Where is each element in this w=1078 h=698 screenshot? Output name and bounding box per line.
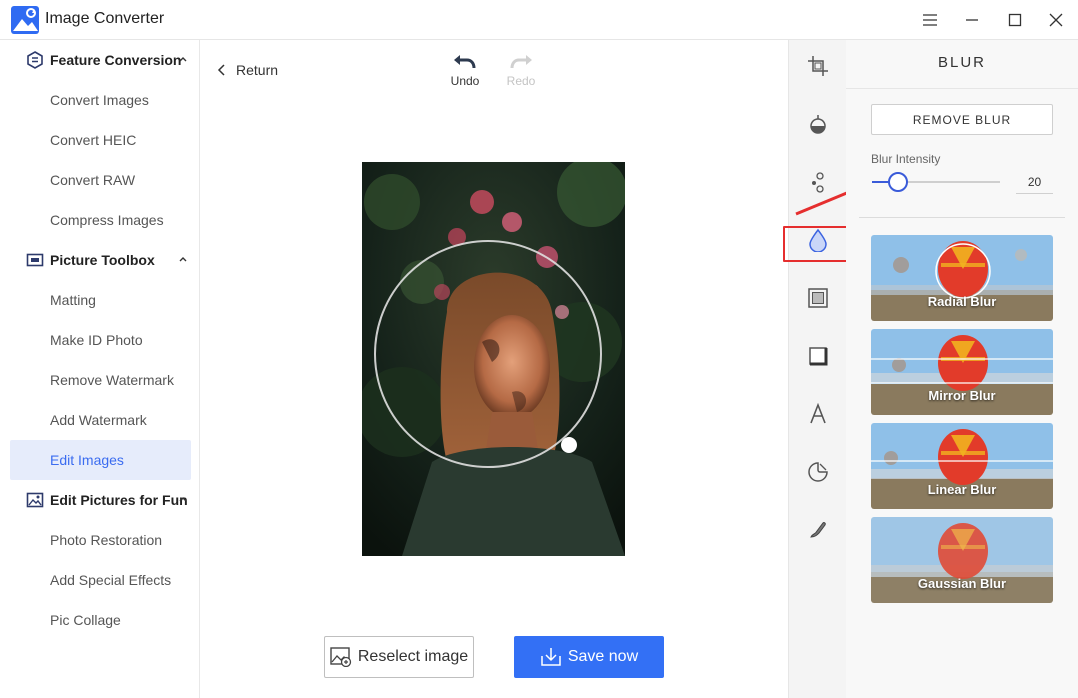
sidebar-item-label: Pic Collage [50,612,121,628]
undo-label: Undo [450,74,480,88]
sidebar-item-label: Convert Images [50,92,149,108]
chevron-up-icon [179,257,187,262]
sidebar-item-add-watermark[interactable]: Add Watermark [10,400,191,440]
editor-canvas: Return Undo Redo Reselect image Save now [200,40,788,698]
blur-intensity-slider[interactable] [872,172,1000,192]
app-logo-icon [11,6,39,34]
sidebar-item-label: Convert HEIC [50,132,137,148]
undo-button[interactable]: Undo [445,53,485,88]
sidebar-item-label: Edit Images [50,452,124,468]
save-label: Save now [567,648,639,665]
tool-rail [783,40,853,698]
preset-linear-blur[interactable]: Linear Blur [871,423,1053,509]
sticker-icon[interactable] [806,460,830,484]
section-label: Picture Toolbox [50,252,155,268]
preset-gaussian-blur[interactable]: Gaussian Blur [871,517,1053,603]
chevron-left-icon [217,64,225,76]
edited-photo[interactable] [362,162,625,556]
blur-panel: BLUR REMOVE BLUR Blur Intensity 20 Radia… [846,40,1078,698]
frame-icon[interactable] [806,286,830,310]
maximize-icon[interactable] [1003,8,1027,32]
active-tool-highlight [783,226,853,262]
menu-icon[interactable] [918,8,942,32]
sidebar-item-photo-restoration[interactable]: Photo Restoration [10,520,191,560]
reselect-image-button[interactable]: Reselect image [324,636,474,678]
panel-title: BLUR [937,54,986,71]
divider [846,88,1078,89]
reselect-label: Reselect image [357,648,469,665]
minimize-icon[interactable] [960,8,984,32]
sidebar-item-label: Add Special Effects [50,572,172,588]
sidebar-item-label: Matting [50,292,96,308]
download-icon [541,648,561,666]
preset-mirror-blur[interactable]: Mirror Blur [871,329,1053,415]
sidebar-item-compress-images[interactable]: Compress Images [10,200,191,240]
return-button[interactable]: Return [217,62,278,78]
title-bar: Image Converter [0,0,1078,40]
preset-label: Mirror Blur [928,388,996,403]
app-title: Image Converter [45,10,165,27]
redo-button[interactable]: Redo [501,53,541,88]
reselect-image-icon [330,647,352,667]
feature-conversion-icon [27,51,43,69]
sidebar-item-matting[interactable]: Matting [10,280,191,320]
chevron-up-icon [179,57,187,62]
redo-label: Redo [506,74,536,88]
sidebar: Feature Conversion Convert Images Conver… [0,40,200,698]
return-label: Return [236,62,279,78]
chevron-up-icon [179,497,187,502]
picture-toolbox-icon [26,253,44,267]
save-now-button[interactable]: Save now [514,636,664,678]
sidebar-item-add-special-effects[interactable]: Add Special Effects [10,560,191,600]
preset-label: Radial Blur [927,294,997,309]
slider-thumb[interactable] [888,172,908,192]
sidebar-item-label: Make ID Photo [50,332,143,348]
section-label: Feature Conversion [50,52,182,68]
blur-intensity-value[interactable]: 20 [1016,170,1053,194]
sidebar-item-label: Convert RAW [50,172,136,188]
preset-label: Gaussian Blur [917,576,1007,591]
sidebar-item-label: Photo Restoration [50,532,163,548]
preset-label: Linear Blur [927,482,997,497]
sidebar-item-make-id-photo[interactable]: Make ID Photo [10,320,191,360]
brush-icon[interactable] [806,518,830,542]
sidebar-item-remove-watermark[interactable]: Remove Watermark [10,360,191,400]
blur-intensity-label: Blur Intensity [871,152,941,166]
edit-pictures-for-fun-icon [26,492,44,508]
divider [859,217,1065,218]
preset-radial-blur[interactable]: Radial Blur [871,235,1053,321]
sidebar-item-label: Add Watermark [50,412,147,428]
sidebar-item-convert-raw[interactable]: Convert RAW [10,160,191,200]
border-icon[interactable] [806,344,830,368]
redo-icon [510,55,532,69]
section-label: Edit Pictures for Fun [50,492,188,508]
section-picture-toolbox[interactable]: Picture Toolbox [0,240,200,280]
photo-image [362,162,625,556]
adjust-icon[interactable] [806,112,830,136]
text-icon[interactable] [806,402,830,426]
sidebar-item-label: Remove Watermark [50,372,174,388]
section-feature-conversion[interactable]: Feature Conversion [0,40,200,80]
section-edit-pictures-for-fun[interactable]: Edit Pictures for Fun [0,480,200,520]
sidebar-item-label: Compress Images [50,212,164,228]
close-icon[interactable] [1044,8,1068,32]
crop-icon[interactable] [806,54,830,78]
undo-icon [454,55,476,69]
sidebar-item-convert-heic[interactable]: Convert HEIC [10,120,191,160]
sidebar-item-edit-images[interactable]: Edit Images [10,440,191,480]
sidebar-item-pic-collage[interactable]: Pic Collage [10,600,191,640]
remove-blur-button[interactable]: REMOVE BLUR [871,104,1053,135]
sidebar-item-convert-images[interactable]: Convert Images [10,80,191,120]
